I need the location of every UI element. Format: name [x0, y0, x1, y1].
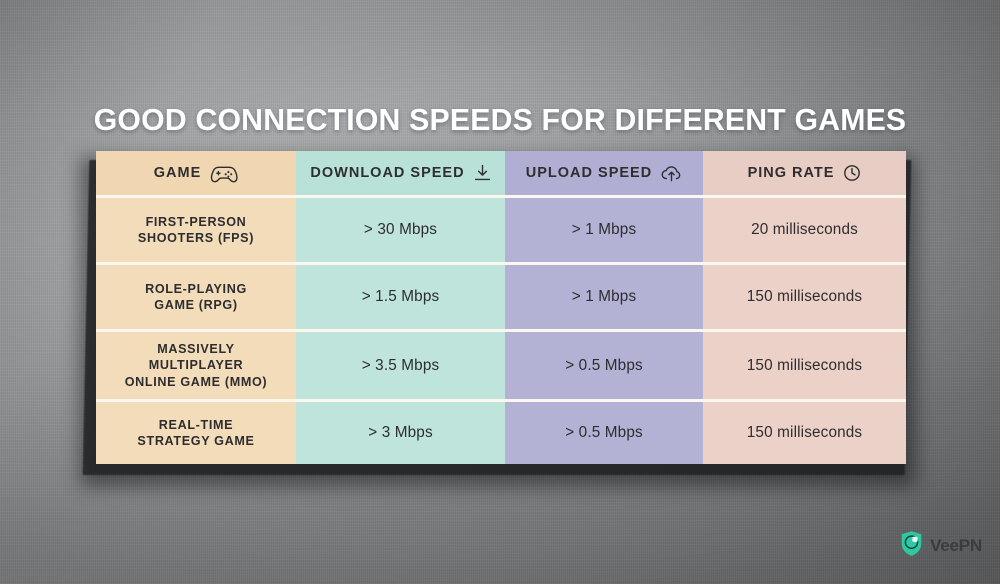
- cell-upload-speed: > 1 Mbps: [505, 198, 703, 265]
- table-row: MASSIVELY MULTIPLAYER ONLINE GAME (MMO) …: [96, 332, 906, 402]
- game-name-line: ROLE-PLAYING: [145, 281, 247, 296]
- cell-game-name: ROLE-PLAYING GAME (RPG): [96, 265, 296, 332]
- column-header-ping-label: PING RATE: [747, 164, 835, 181]
- cell-ping-rate: 150 milliseconds: [703, 332, 906, 402]
- clock-icon: [843, 164, 861, 182]
- cell-upload-speed: > 0.5 Mbps: [505, 402, 703, 464]
- download-icon: [474, 164, 491, 182]
- cell-ping-rate: 150 milliseconds: [703, 265, 906, 332]
- cell-download-speed: > 30 Mbps: [296, 198, 505, 265]
- table-row: REAL-TIME STRATEGY GAME > 3 Mbps > 0.5 M…: [96, 402, 906, 464]
- table-header-row: GAME DOWNLOAD SPEED UPLOAD SPEED PING RA…: [96, 151, 906, 198]
- game-name-line: MASSIVELY: [157, 341, 235, 356]
- column-header-download-speed[interactable]: DOWNLOAD SPEED: [296, 151, 505, 198]
- column-header-download-label: DOWNLOAD SPEED: [310, 164, 465, 181]
- table-header: GAME DOWNLOAD SPEED UPLOAD SPEED PING RA…: [96, 151, 906, 198]
- cell-upload-speed: > 0.5 Mbps: [505, 332, 703, 402]
- game-name-line: FIRST-PERSON: [145, 214, 247, 229]
- shield-icon: [900, 530, 923, 562]
- veepn-logo[interactable]: VeePN: [900, 530, 982, 562]
- cell-ping-rate: 150 milliseconds: [703, 402, 906, 464]
- column-header-ping-rate[interactable]: PING RATE: [703, 151, 906, 198]
- game-name-line: SHOOTERS (FPS): [137, 231, 255, 245]
- speeds-table-container: GAME DOWNLOAD SPEED UPLOAD SPEED PING RA…: [80, 151, 916, 487]
- cell-download-speed: > 3 Mbps: [296, 402, 505, 464]
- game-name-line: MULTIPLAYER: [148, 358, 244, 373]
- game-name-line: GAME (RPG): [154, 298, 238, 312]
- table-body: FIRST-PERSON SHOOTERS (FPS) > 30 Mbps > …: [96, 198, 906, 464]
- game-name-line: REAL-TIME: [158, 417, 234, 432]
- cell-download-speed: > 1.5 Mbps: [296, 265, 505, 332]
- veepn-logo-label: VeePN: [930, 536, 982, 555]
- column-header-game[interactable]: GAME: [96, 151, 296, 198]
- column-header-game-label: GAME: [153, 164, 202, 181]
- cell-game-name: FIRST-PERSON SHOOTERS (FPS): [96, 198, 296, 265]
- cell-download-speed: > 3.5 Mbps: [296, 332, 505, 402]
- cell-game-name: MASSIVELY MULTIPLAYER ONLINE GAME (MMO): [96, 332, 296, 402]
- gamepad-icon: [210, 164, 238, 183]
- cloud-upload-icon: [661, 165, 682, 182]
- table-row: ROLE-PLAYING GAME (RPG) > 1.5 Mbps > 1 M…: [96, 265, 906, 332]
- game-name-line: ONLINE GAME (MMO): [124, 374, 268, 389]
- cell-game-name: REAL-TIME STRATEGY GAME: [96, 402, 296, 464]
- cell-ping-rate: 20 milliseconds: [703, 198, 906, 265]
- cell-upload-speed: > 1 Mbps: [505, 265, 703, 332]
- connection-speeds-table: GAME DOWNLOAD SPEED UPLOAD SPEED PING RA…: [96, 151, 906, 464]
- table-row: FIRST-PERSON SHOOTERS (FPS) > 30 Mbps > …: [96, 198, 906, 265]
- column-header-upload-speed[interactable]: UPLOAD SPEED: [505, 151, 703, 198]
- column-header-upload-label: UPLOAD SPEED: [525, 164, 653, 181]
- page-title: GOOD CONNECTION SPEEDS FOR DIFFERENT GAM…: [93, 102, 907, 137]
- game-name-line: STRATEGY GAME: [137, 434, 255, 448]
